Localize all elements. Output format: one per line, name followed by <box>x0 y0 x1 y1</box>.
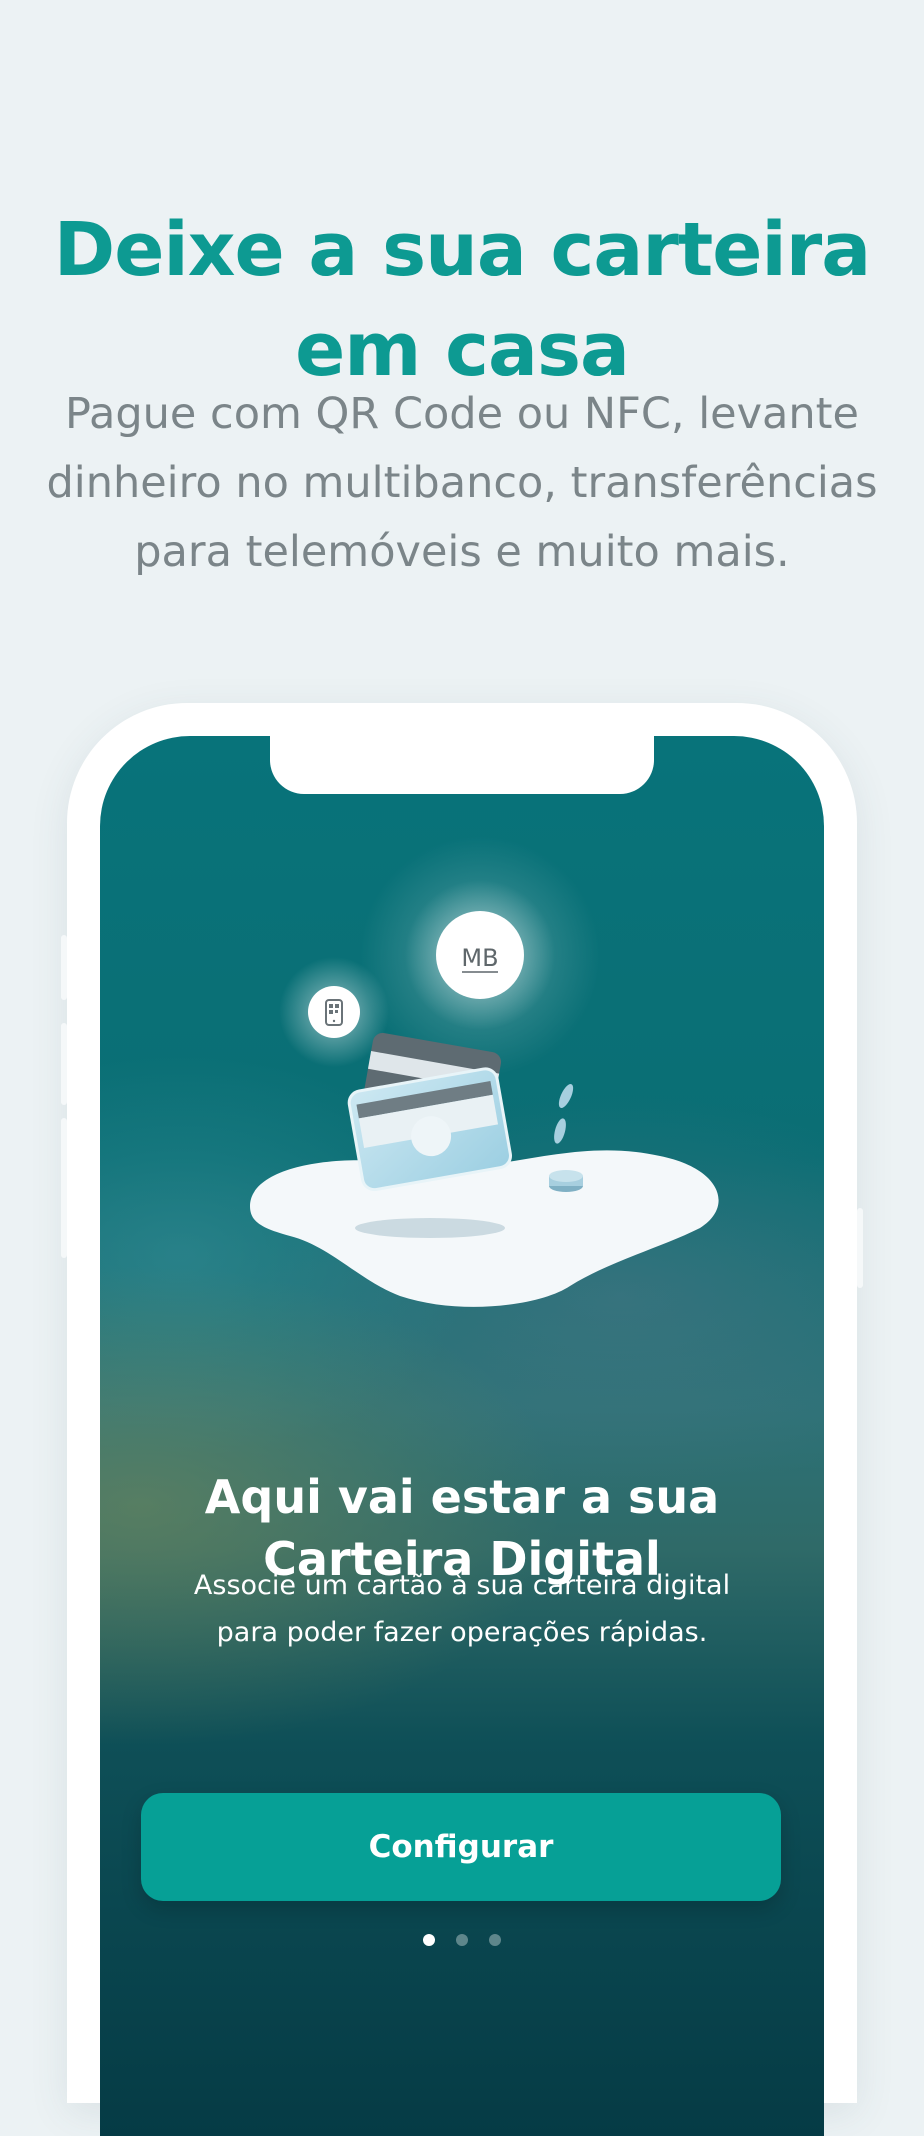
phone-side-button <box>61 935 67 1000</box>
configure-button[interactable]: Configurar <box>141 1793 781 1901</box>
promo-headline-line1: Deixe a sua carteira <box>53 206 871 293</box>
phone-side-button <box>61 1193 67 1258</box>
cards-icon <box>347 1032 512 1192</box>
phone-side-button <box>61 1118 67 1200</box>
promo-subtitle-line1: Pague com QR Code ou NFC, levante <box>65 389 859 439</box>
phone-side-button <box>61 1023 67 1105</box>
promo-subtitle: Pague com QR Code ou NFC, levante dinhei… <box>40 380 884 587</box>
mb-icon: MB <box>436 911 524 999</box>
mb-badge-label: MB <box>461 944 498 972</box>
wallet-illustration: MB <box>250 836 719 1307</box>
page-indicator <box>100 1934 824 1946</box>
coins-icon <box>549 1084 583 1192</box>
promo-headline: Deixe a sua carteira em casa <box>0 200 924 400</box>
page-dot[interactable] <box>456 1934 468 1946</box>
page-dot[interactable] <box>489 1934 501 1946</box>
promo-subtitle-line3: para telemóveis e muito mais. <box>134 527 790 577</box>
phone-mockup: MB Aqui vai estar a sua Carteira Digital… <box>61 703 863 2136</box>
screen-description-line2: para poder fazer operações rápidas. <box>216 1617 708 1648</box>
platform-shape <box>250 1150 719 1307</box>
phone-screen: MB Aqui vai estar a sua Carteira Digital… <box>100 736 824 2136</box>
promo-subtitle-line2: dinheiro no multibanco, transferências <box>46 458 878 508</box>
page-dot-active[interactable] <box>423 1934 435 1946</box>
screen-description: Associe um cartão à sua carteira digital… <box>100 1562 824 1656</box>
qr-phone-icon <box>308 986 360 1038</box>
phone-side-button <box>857 1208 863 1288</box>
screen-description-line1: Associe um cartão à sua carteira digital <box>193 1570 731 1601</box>
screen-title-line1: Aqui vai estar a sua <box>204 1470 720 1525</box>
